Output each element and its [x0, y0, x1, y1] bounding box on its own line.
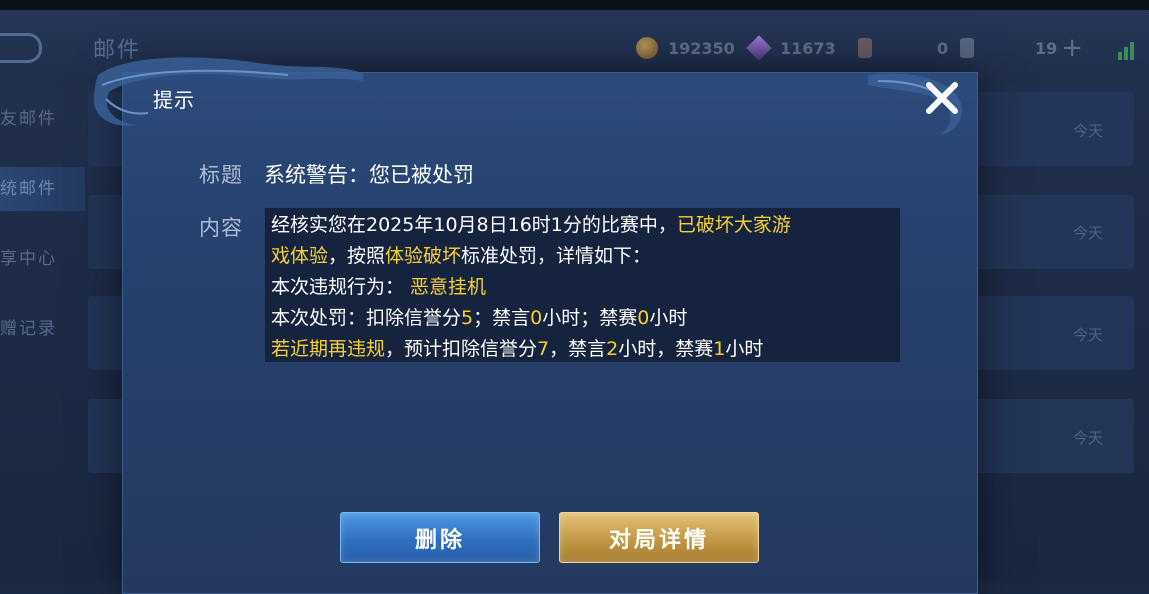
content-text-segment: ；禁言: [473, 307, 531, 329]
match-details-button-label: 对局详情: [608, 527, 709, 553]
sidebar-item-label: 享中心: [0, 249, 57, 269]
content-text-segment: 小时: [725, 338, 764, 360]
content-highlight: 0: [530, 307, 543, 329]
content-highlight: 1: [713, 338, 726, 360]
content-text: 经核实您在2025年10月8日16时1分的比赛中，已破坏大家游 戏体验，按照体验…: [271, 210, 893, 362]
content-highlight: 7: [537, 338, 550, 360]
close-button[interactable]: [920, 76, 964, 120]
content-text-segment: 小时；禁赛: [542, 307, 638, 329]
subject-value: 系统警告：您已被处罚: [264, 163, 474, 187]
sidebar-item-friend-mail[interactable]: 友邮件: [0, 97, 85, 141]
content-text-segment: 小时: [649, 307, 688, 329]
sidebar-item-share-center[interactable]: 享中心: [0, 237, 85, 281]
mail-date: 今天: [1073, 326, 1104, 344]
content-text-segment: ，预计扣除信誉分: [385, 338, 538, 360]
sidebar-item-label: 赠记录: [0, 319, 57, 339]
close-icon: [926, 82, 958, 114]
sidebar-item-label: 统邮件: [0, 179, 57, 199]
signal-icon: [1118, 36, 1140, 60]
mail-date: 今天: [1073, 429, 1104, 447]
match-details-button[interactable]: 对局详情: [559, 512, 759, 563]
content-text-segment: ，禁言: [549, 338, 607, 360]
content-highlight: 恶意挂机: [410, 276, 487, 298]
content-text-segment: 小时，禁赛: [618, 338, 714, 360]
mail-date: 今天: [1073, 224, 1104, 242]
stamina-value: 19: [1035, 38, 1058, 58]
add-icon[interactable]: +: [1061, 33, 1083, 63]
content-text-segment: 本次处罚：扣除信誉分: [271, 307, 462, 329]
cloud-ornament-icon: [94, 57, 962, 135]
sidebar-item-system-mail[interactable]: 统邮件: [0, 167, 85, 211]
sidebar-item-label: 友邮件: [0, 109, 57, 129]
content-line: 本次处罚：扣除信誉分5；禁言0小时；禁赛0小时: [271, 303, 893, 334]
content-highlight: 5: [461, 307, 474, 329]
content-line: 经核实您在2025年10月8日16时1分的比赛中，已破坏大家游: [271, 210, 893, 241]
content-text-segment: 标准处罚，详情如下：: [461, 245, 652, 267]
content-line: 戏体验，按照体验破坏标准处罚，详情如下：: [271, 241, 893, 272]
content-label: 内容: [199, 216, 243, 240]
back-button[interactable]: [0, 33, 42, 63]
content-line: 本次违规行为： 恶意挂机: [271, 272, 893, 303]
content-highlight: 戏体验: [271, 245, 329, 267]
delete-button-label: 删除: [414, 527, 465, 553]
sidebar-item-gift-record[interactable]: 赠记录: [0, 307, 85, 351]
content-highlight: 已破坏大家游: [676, 214, 791, 236]
content-highlight: 0: [637, 307, 650, 329]
content-text-segment: 经核实您在2025年10月8日16时1分的比赛中，: [271, 214, 677, 236]
content-highlight: 若近期再违规: [271, 338, 386, 360]
stamina-counter: 19 +: [1035, 33, 1083, 63]
content-box[interactable]: 经核实您在2025年10月8日16时1分的比赛中，已破坏大家游 戏体验，按照体验…: [264, 207, 901, 363]
content-line: 若近期再违规，预计扣除信誉分7，禁言2小时，禁赛1小时: [271, 334, 893, 362]
subject-label: 标题: [199, 163, 243, 187]
content-highlight: 体验破坏: [385, 245, 462, 267]
mail-date: 今天: [1073, 122, 1104, 140]
top-strip: [0, 0, 1149, 10]
delete-button[interactable]: 删除: [340, 512, 540, 563]
dialog-title: 提示: [153, 88, 195, 112]
content-text-segment: 本次违规行为：: [271, 276, 405, 298]
content-highlight: 2: [606, 338, 619, 360]
content-text-segment: ，按照: [328, 245, 386, 267]
